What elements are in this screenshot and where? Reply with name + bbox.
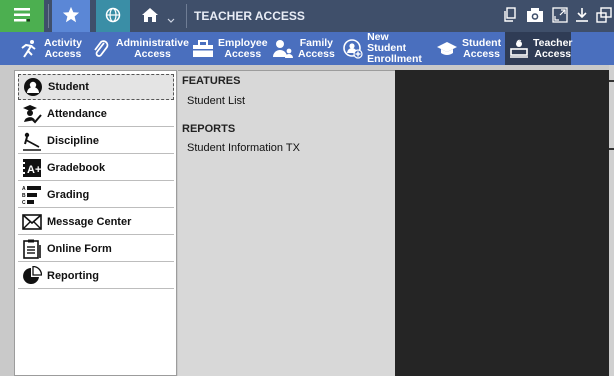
grading-icon: ABC <box>21 184 43 206</box>
pie-chart-icon <box>21 265 43 287</box>
nav-label: Access <box>224 47 262 60</box>
nav-teacher-access[interactable]: Teacher Access <box>505 32 573 65</box>
family-icon <box>272 38 294 60</box>
report-link-student-information-tx[interactable]: Student Information TX <box>187 142 300 154</box>
features-heading: FEATURES <box>182 75 241 87</box>
nav-employee-access[interactable]: Employee Access <box>192 32 268 65</box>
nav-label: Access <box>134 47 171 60</box>
svg-text:C: C <box>22 200 26 205</box>
attendance-icon <box>21 103 43 125</box>
globe-icon <box>105 7 121 26</box>
feature-panel: FEATURES Student List REPORTS Student In… <box>178 70 396 376</box>
nav-label: Access <box>44 47 82 60</box>
svg-text:A: A <box>22 186 26 192</box>
star-icon <box>62 6 80 27</box>
access-nav: Activity Access Administrative Access Empl… <box>0 32 614 65</box>
home-button[interactable] <box>136 0 180 32</box>
edge-marker <box>609 148 614 150</box>
sidebar-item-attendance[interactable]: Attendance <box>18 101 174 127</box>
window-button[interactable] <box>594 6 614 26</box>
sidebar-item-reporting[interactable]: Reporting <box>18 263 174 289</box>
nav-label: Access <box>298 47 335 60</box>
discipline-icon <box>21 130 43 152</box>
feature-link-student-list[interactable]: Student List <box>187 95 245 107</box>
svg-text:A+: A+ <box>27 164 41 176</box>
nav-family-access[interactable]: Family Access <box>272 32 335 65</box>
grad-cap-icon <box>436 38 458 60</box>
window-icon <box>596 6 612 26</box>
gradebook-icon: A+ <box>21 157 43 179</box>
sidebar: Student Attendance Discipline A+ Gradebo… <box>14 70 177 376</box>
student-plus-icon <box>342 38 363 60</box>
edge-marker <box>609 80 614 82</box>
nav-administrative-access[interactable]: Administrative Access <box>90 32 194 65</box>
sidebar-item-label: Grading <box>47 188 90 201</box>
reports-heading: REPORTS <box>182 123 236 135</box>
content-area <box>395 70 609 376</box>
resize-icon <box>552 6 568 26</box>
download-icon <box>574 7 590 26</box>
sidebar-item-label: Student <box>48 81 89 93</box>
sidebar-item-label: Reporting <box>47 269 99 282</box>
favorites-button[interactable] <box>52 0 90 32</box>
menu-button[interactable] <box>0 0 44 32</box>
sidebar-item-student[interactable]: Student <box>18 74 174 100</box>
nav-new-student-enrollment[interactable]: New Student Enrollment <box>342 32 428 65</box>
copy-button[interactable] <box>500 6 520 26</box>
briefcase-icon <box>192 38 214 60</box>
paperclip-icon <box>90 38 112 60</box>
nav-label: Access <box>534 47 572 60</box>
divider <box>48 4 49 28</box>
menu-icon <box>12 7 32 26</box>
chevron-down-icon[interactable] <box>167 15 175 27</box>
sidebar-item-discipline[interactable]: Discipline <box>18 128 174 154</box>
sidebar-item-label: Online Form <box>47 242 112 255</box>
runner-icon <box>18 38 40 60</box>
resize-button[interactable] <box>550 6 570 26</box>
sidebar-item-label: Attendance <box>47 107 107 120</box>
divider <box>186 4 187 28</box>
teacher-desk-icon <box>509 38 529 60</box>
nav-label: New Student <box>367 31 407 54</box>
access-title: TEACHER ACCESS <box>194 9 305 23</box>
nav-label: Enrollment <box>367 53 422 65</box>
sidebar-item-grading[interactable]: ABC Grading <box>18 182 174 208</box>
sidebar-item-message-center[interactable]: Message Center <box>18 209 174 235</box>
sidebar-item-label: Gradebook <box>47 161 106 174</box>
download-button[interactable] <box>572 6 592 26</box>
nav-activity-access[interactable]: Activity Access <box>18 32 88 65</box>
sidebar-item-gradebook[interactable]: A+ Gradebook <box>18 155 174 181</box>
sidebar-item-label: Discipline <box>47 134 99 147</box>
camera-button[interactable] <box>525 6 545 26</box>
sidebar-item-online-form[interactable]: Online Form <box>18 236 174 262</box>
svg-text:B: B <box>22 193 26 199</box>
globe-button[interactable] <box>96 0 130 32</box>
sidebar-item-label: Message Center <box>47 215 132 228</box>
top-toolbar: TEACHER ACCESS <box>0 0 614 32</box>
right-edge-panel <box>609 65 614 376</box>
nav-label: Access <box>463 47 500 60</box>
envelope-icon <box>21 211 43 233</box>
nav-student-access[interactable]: Student Access <box>436 32 501 65</box>
clipboard-icon <box>21 238 43 260</box>
student-icon <box>22 76 44 98</box>
copy-icon <box>503 6 517 26</box>
camera-icon <box>526 7 544 26</box>
home-icon <box>141 7 159 26</box>
